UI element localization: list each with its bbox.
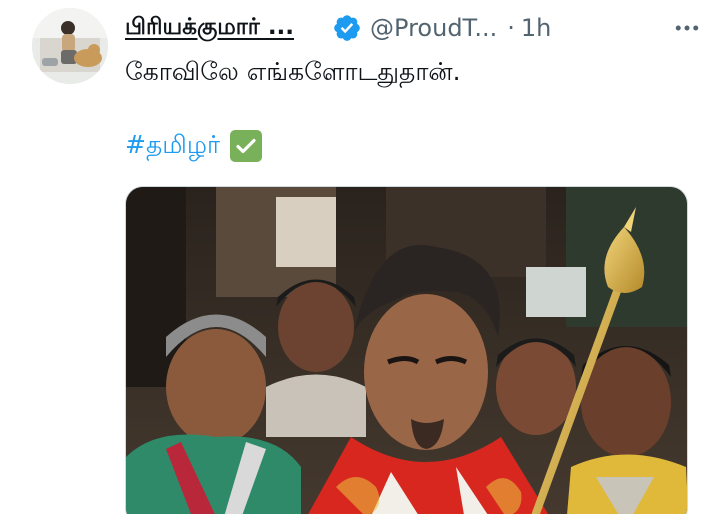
more-icon[interactable]	[672, 13, 702, 43]
media-image	[126, 187, 687, 514]
verified-badge-icon	[334, 15, 360, 41]
user-handle[interactable]: @ProudT...	[370, 14, 497, 42]
display-name[interactable]: பிரியக்குமார் ...	[125, 14, 294, 43]
check-mark-emoji-icon	[230, 130, 263, 162]
tweet-card[interactable]: பிரியக்குமார் ... @ProudT... · 1h கோவிலே…	[0, 0, 720, 514]
avatar-image	[32, 8, 108, 84]
avatar[interactable]	[32, 8, 108, 84]
hashtag-line: #தமிழர்	[125, 126, 263, 166]
separator-dot: ·	[507, 14, 515, 42]
tweet-text: கோவிலே எங்களோடதுதான்.	[125, 57, 461, 86]
tweet-header: பிரியக்குமார் ... @ProudT... · 1h	[125, 8, 702, 48]
hashtag-link[interactable]: #தமிழர்	[125, 130, 220, 163]
tweet-timestamp[interactable]: 1h	[521, 14, 551, 42]
tweet-media-photo[interactable]	[125, 186, 688, 514]
